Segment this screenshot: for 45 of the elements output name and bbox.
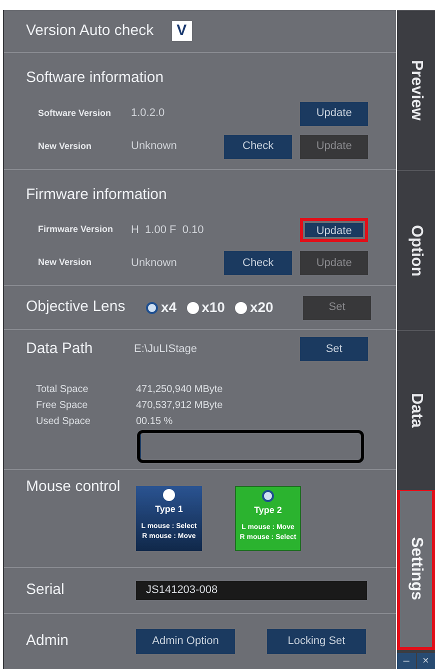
field-label: Software Version [37, 106, 112, 120]
admin-button[interactable]: Admin Option [136, 629, 235, 654]
action-button[interactable]: Check [224, 134, 292, 158]
admin-label: Admin [26, 631, 70, 652]
lens-option-label[interactable]: x10 [202, 297, 225, 318]
section-title: Firmware information [26, 184, 168, 204]
action-button[interactable]: Check [224, 251, 292, 275]
space-value: 470,537,912 MByte [136, 398, 223, 412]
field-value: 1.0.2.0 [131, 106, 166, 122]
type-title: Type 1 [155, 503, 183, 516]
space-label: Free Space [36, 398, 89, 412]
section-title: Software information [26, 68, 165, 88]
lens-option-label[interactable]: x4 [161, 297, 177, 318]
lens-option-label[interactable]: x20 [250, 297, 274, 318]
space-label: Used Space [36, 414, 92, 428]
space-value: 00.15 % [136, 414, 173, 428]
field-value: Unknown [131, 139, 178, 154]
field-label: New Version [37, 256, 93, 270]
field-label: Firmware Version [37, 223, 114, 236]
data-path-value: E:\JuLIStage [134, 342, 198, 357]
action-button[interactable]: Update [300, 218, 368, 242]
radio-icon[interactable] [186, 302, 199, 314]
space-value: 471,250,940 MByte [136, 382, 223, 396]
mouse-control-label: Mouse control [26, 477, 122, 497]
radio-selected-icon[interactable] [146, 302, 158, 314]
type-title: Type 2 [254, 504, 282, 517]
auto-check-label: Version Auto check [26, 20, 154, 41]
data-path-label: Data Path [26, 338, 94, 359]
objective-lens-label: Objective Lens [26, 297, 126, 318]
action-button[interactable]: Set [300, 337, 368, 361]
side-tab[interactable]: Settings [397, 490, 435, 650]
minimize-button[interactable]: – [397, 653, 416, 669]
space-label: Total Space [36, 382, 90, 396]
admin-button[interactable]: Locking Set [267, 629, 366, 654]
field-label: New Version [37, 140, 93, 153]
serial-field[interactable]: JS141203-008 [136, 581, 367, 600]
auto-check-checkbox[interactable]: V [172, 21, 192, 41]
radio-icon[interactable] [234, 302, 247, 314]
field-value: H 1.00 F 0.10 [131, 222, 205, 238]
field-value: Unknown [131, 256, 178, 271]
radio-selected-icon[interactable] [262, 490, 274, 502]
serial-label: Serial [26, 580, 66, 600]
radio-icon[interactable] [163, 489, 175, 501]
close-button[interactable]: × [416, 653, 435, 669]
action-button[interactable]: Update [300, 102, 368, 126]
